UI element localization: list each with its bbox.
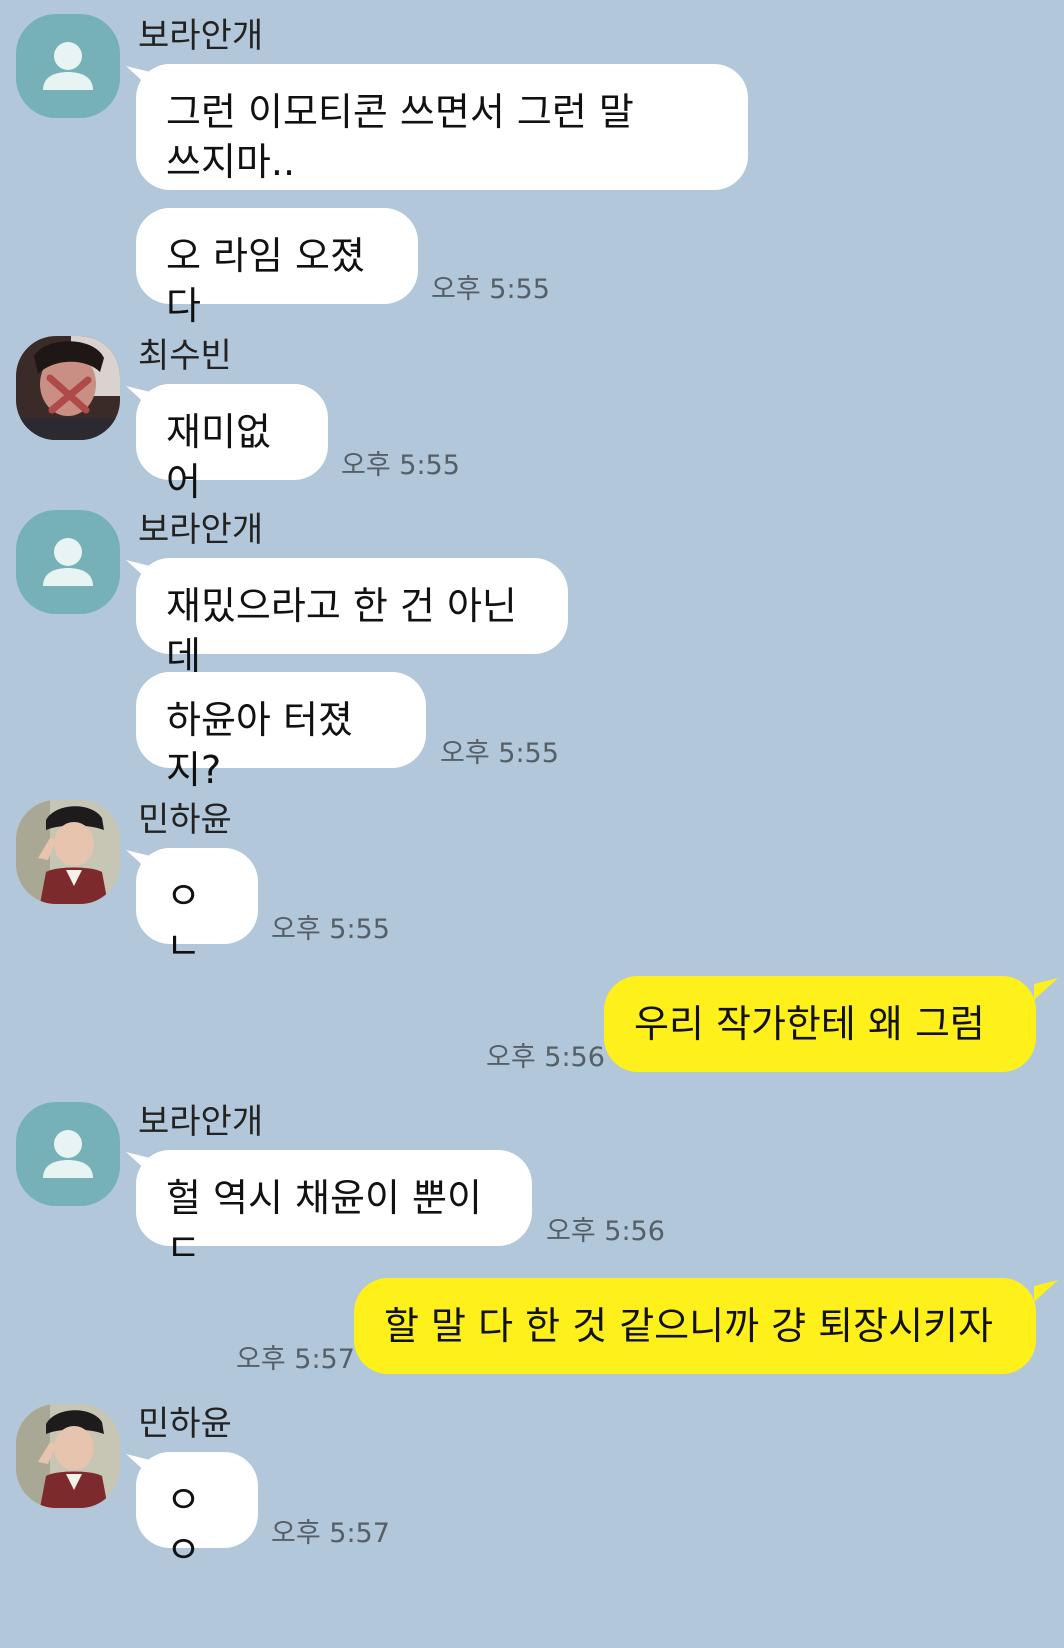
message-time: 오후 5:55 [431, 274, 550, 305]
message-bubble[interactable]: ㅇㅇ [136, 1452, 258, 1572]
message-bubble[interactable]: 재밌으라고 한 건 아닌데 [136, 558, 568, 678]
message-bubble[interactable]: 하윤아 터졌지? [136, 672, 426, 792]
profile-photo[interactable] [16, 800, 120, 904]
message-time: 오후 5:57 [236, 1344, 355, 1375]
sender-name: 최수빈 [138, 336, 232, 376]
chat-area[interactable]: 보라안개 그런 이모티콘 쓰면서 그런 말 쓰지마.. 오 라임 오졌다 오후 … [0, 0, 1064, 1648]
message-time: 오후 5:55 [341, 450, 460, 481]
sender-name: 민하윤 [138, 1404, 232, 1444]
default-profile-icon[interactable] [16, 1102, 120, 1206]
message-time: 오후 5:56 [486, 1042, 605, 1073]
message-bubble[interactable]: ㅇㄴ [136, 848, 258, 968]
message-time: 오후 5:55 [440, 738, 559, 769]
message-time: 오후 5:56 [546, 1216, 665, 1247]
message-time: 오후 5:55 [271, 914, 390, 945]
profile-photo[interactable] [16, 1404, 120, 1508]
message-bubble[interactable]: 재미없어 [136, 384, 328, 504]
default-profile-icon[interactable] [16, 510, 120, 614]
my-message-bubble[interactable]: 우리 작가한테 왜 그럼 [604, 976, 1036, 1072]
message-time: 오후 5:57 [271, 1518, 390, 1549]
my-message-bubble[interactable]: 할 말 다 한 것 같으니까 걍 퇴장시키자 [354, 1278, 1036, 1374]
message-bubble[interactable]: 헐 역시 채윤이 뿐이ㄷ [136, 1150, 532, 1270]
sender-name: 보라안개 [138, 1102, 264, 1142]
profile-photo[interactable] [16, 336, 120, 440]
bubble-tail [1034, 1280, 1058, 1302]
message-bubble[interactable]: 오 라임 오졌다 [136, 208, 418, 328]
sender-name: 보라안개 [138, 510, 264, 550]
sender-name: 민하윤 [138, 800, 232, 840]
message-bubble[interactable]: 그런 이모티콘 쓰면서 그런 말 쓰지마.. [136, 64, 748, 190]
sender-name: 보라안개 [138, 16, 264, 56]
default-profile-icon[interactable] [16, 14, 120, 118]
bubble-tail [1034, 978, 1058, 1000]
